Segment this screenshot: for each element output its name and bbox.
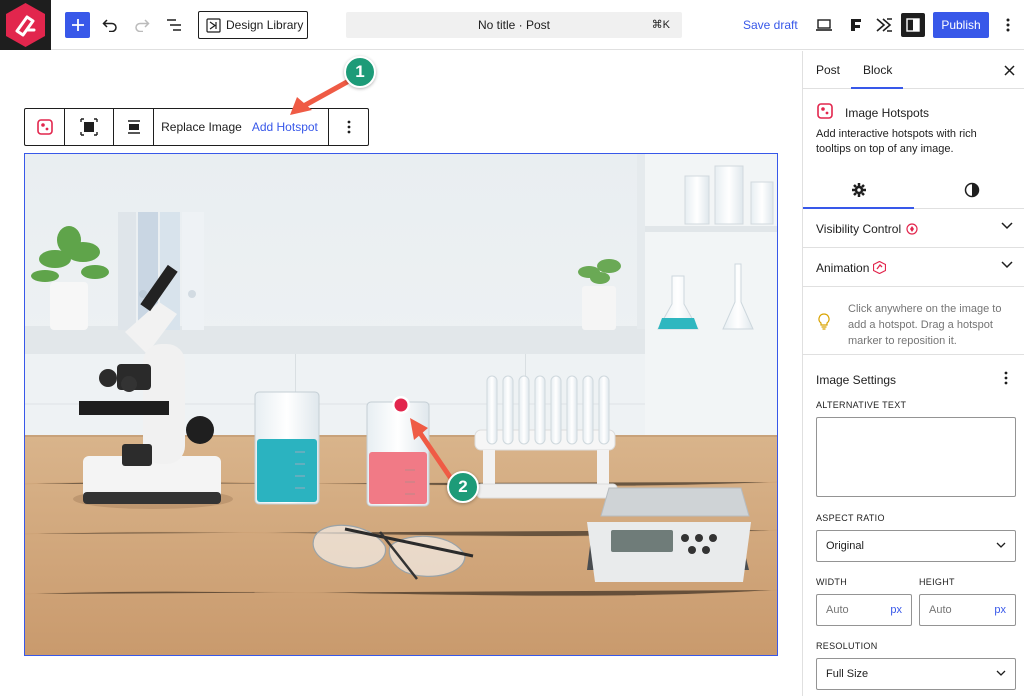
aspect-ratio-label: ASPECT RATIO (816, 513, 885, 523)
width-label: WIDTH (816, 577, 847, 587)
resolution-label: RESOLUTION (816, 641, 878, 651)
editor-top-bar: Design Library No title · Post ⌘K Save d… (0, 0, 1024, 50)
image-actions-group: Replace Image Add Hotspot (154, 109, 329, 145)
width-placeholder: Auto (826, 604, 849, 616)
resolution-select[interactable]: Full Size (816, 658, 1016, 690)
chevron-down-icon (1001, 261, 1013, 269)
add-block-button[interactable] (65, 12, 90, 38)
plus-icon (71, 19, 84, 31)
settings-style-tabs (803, 171, 1024, 209)
height-placeholder: Auto (929, 604, 952, 616)
desktop-icon (816, 18, 832, 31)
undo-button[interactable] (100, 12, 120, 38)
aspect-ratio-select[interactable]: Original (816, 530, 1016, 562)
more-vertical-icon (347, 120, 350, 134)
aspect-ratio-value: Original (826, 540, 864, 552)
block-card: Image Hotspots Add interactive hotspots … (803, 89, 1024, 171)
panel-label: Visibility Control (816, 222, 902, 236)
image-hotspots-icon (817, 103, 833, 119)
width-input[interactable]: Auto px (816, 594, 912, 626)
preview-button[interactable] (814, 12, 834, 38)
chevron-down-icon (996, 542, 1006, 548)
align-button[interactable] (114, 109, 154, 145)
more-vertical-icon[interactable] (1004, 371, 1008, 385)
design-library-plugin-icon (876, 18, 892, 32)
undo-icon (102, 19, 117, 32)
image-hotspots-icon (36, 119, 53, 135)
command-shortcut: ⌘K (651, 19, 670, 31)
close-icon[interactable] (1004, 65, 1015, 76)
save-draft-button[interactable]: Save draft (743, 18, 798, 32)
replace-image-button[interactable]: Replace Image (156, 120, 247, 134)
hotspot-tip: Click anywhere on the image to add a hot… (803, 287, 1024, 355)
laboratory-photo (25, 154, 777, 655)
block-options-button[interactable] (329, 109, 368, 145)
height-input[interactable]: Auto px (919, 594, 1016, 626)
publish-button[interactable]: Publish (933, 12, 989, 38)
block-description: Add interactive hotspots with rich toolt… (816, 128, 977, 155)
plugin-button-2[interactable] (874, 12, 894, 38)
premium-badge-icon (906, 223, 918, 235)
tip-text: Click anywhere on the image to add a hot… (848, 303, 1002, 347)
premium-badge-icon (873, 261, 886, 274)
resolution-value: Full Size (826, 668, 869, 680)
site-logo[interactable] (0, 0, 51, 50)
alt-text-label: ALTERNATIVE TEXT (816, 400, 907, 410)
styles-contrast-icon[interactable] (964, 182, 980, 198)
sidebar-icon (906, 18, 920, 32)
list-view-icon (167, 19, 181, 31)
design-library-label: Design Library (226, 18, 304, 32)
annotation-badge-1: 1 (344, 56, 376, 88)
tab-post[interactable]: Post (816, 63, 840, 77)
block-title: Image Hotspots (845, 106, 930, 120)
drag-move-button[interactable] (65, 109, 114, 145)
height-unit[interactable]: px (994, 604, 1006, 616)
tab-block[interactable]: Block (863, 63, 892, 77)
width-unit[interactable]: px (890, 604, 902, 616)
document-overview-button[interactable] (164, 12, 184, 38)
image-settings-title: Image Settings (816, 373, 897, 387)
chevron-down-icon (996, 670, 1006, 676)
redo-icon (135, 19, 150, 32)
settings-sidebar: Post Block Image Hotspots Add interactiv… (802, 51, 1024, 696)
height-label: HEIGHT (919, 577, 955, 587)
more-vertical-icon (1006, 18, 1010, 32)
options-button[interactable] (1000, 12, 1016, 38)
lightbulb-icon (818, 313, 830, 330)
library-icon (206, 17, 221, 33)
plugin-button-1[interactable] (846, 12, 866, 38)
panel-label: Animation (816, 261, 870, 275)
add-hotspot-button[interactable]: Add Hotspot (247, 120, 326, 134)
settings-sidebar-toggle[interactable] (901, 13, 925, 37)
document-title: No title · Post (477, 18, 551, 32)
redo-button[interactable] (132, 12, 152, 38)
stackable-icon (851, 19, 861, 31)
document-title-bar[interactable]: No title · Post ⌘K (346, 12, 682, 38)
alt-text-input[interactable] (816, 417, 1016, 497)
panel-animation[interactable]: Animation (803, 248, 1024, 287)
annotation-badge-2: 2 (447, 471, 479, 503)
move-icon (80, 118, 98, 136)
brand-logo-icon (6, 3, 45, 47)
block-toolbar: Replace Image Add Hotspot (24, 108, 369, 146)
align-icon (127, 120, 140, 134)
block-type-button[interactable] (25, 109, 65, 145)
design-library-button[interactable]: Design Library (198, 11, 308, 39)
sidebar-tabs: Post Block (803, 51, 1024, 89)
chevron-down-icon (1001, 222, 1013, 230)
panel-visibility-control[interactable]: Visibility Control (803, 209, 1024, 248)
hotspot-image[interactable] (24, 153, 778, 656)
gear-icon[interactable] (851, 182, 867, 198)
